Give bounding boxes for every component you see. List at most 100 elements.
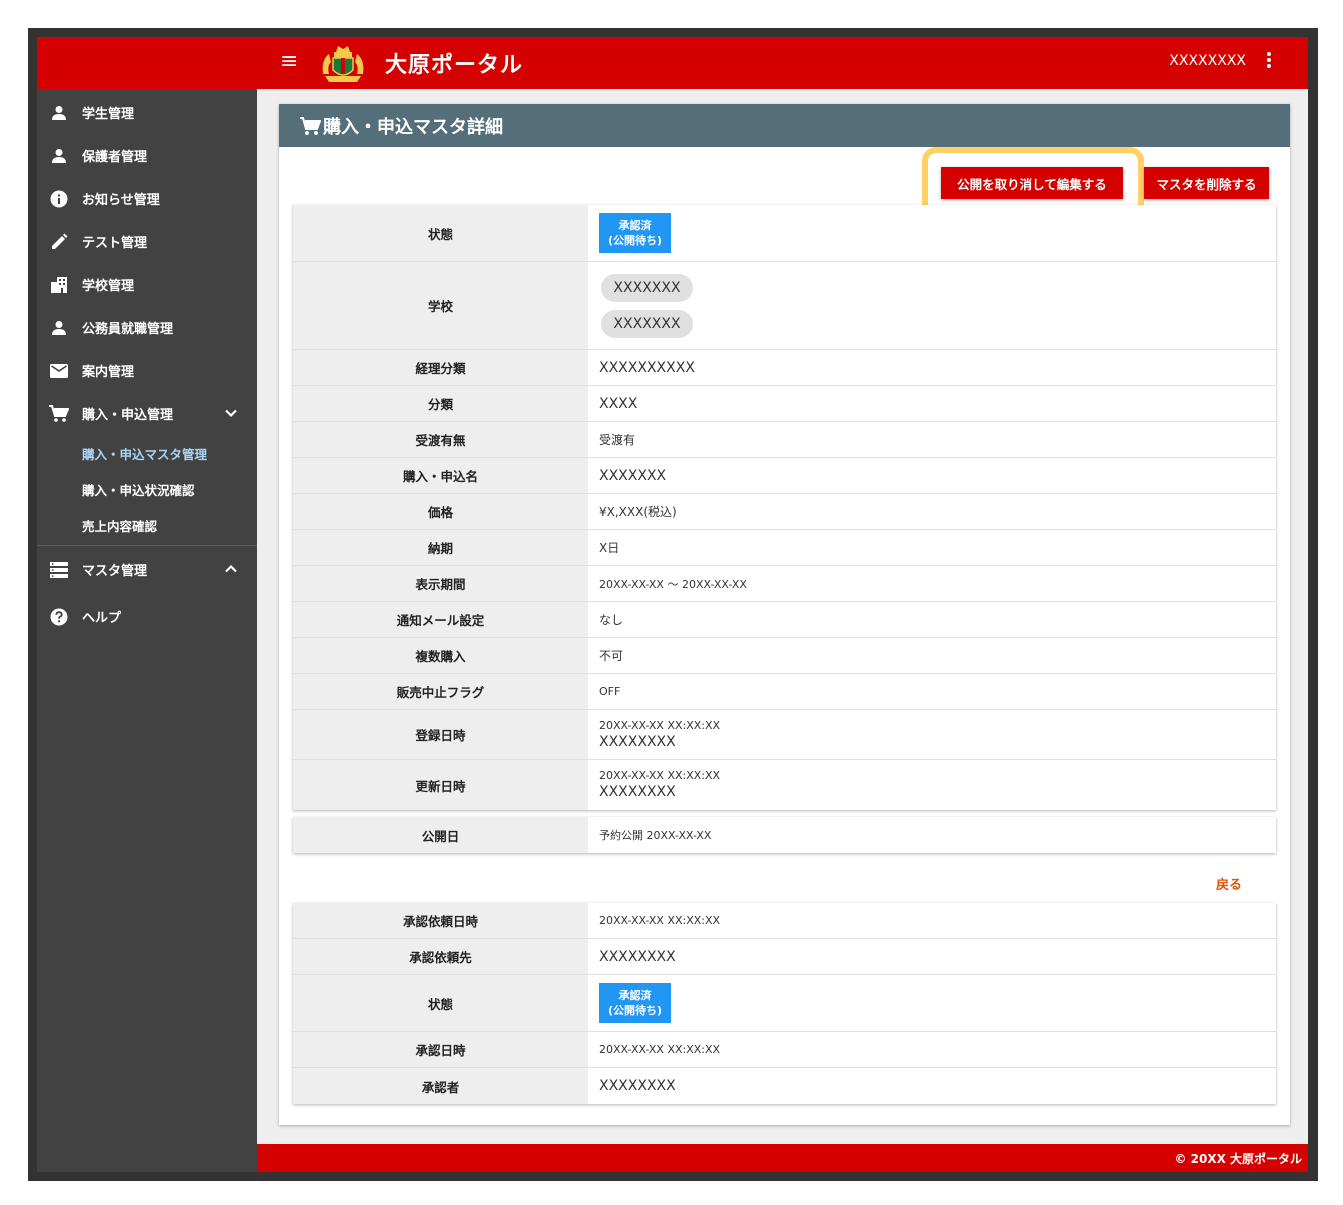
user-name[interactable]: XXXXXXXX [1169, 53, 1246, 69]
table-row: 学校 XXXXXXX XXXXXXX [293, 262, 1276, 350]
row-value: XXXXXXXX [599, 1078, 676, 1094]
sidebar-item-label: 保護者管理 [82, 150, 148, 165]
table-row: 購入・申込名 XXXXXXX [293, 458, 1276, 494]
row-label: 承認依頼日時 [293, 903, 588, 938]
status-badge: 承認済 (公開待ち) [599, 213, 671, 253]
school-chip: XXXXXXX [601, 309, 693, 338]
updated-user: XXXXXXXX [599, 784, 676, 800]
row-label: 更新日時 [293, 760, 588, 810]
info-icon [49, 189, 69, 209]
sidebar-item-tests[interactable]: テスト管理 [37, 220, 257, 263]
sidebar-subitem-sales[interactable]: 売上内容確認 [37, 507, 257, 543]
sidebar-item-notices[interactable]: お知らせ管理 [37, 177, 257, 220]
table-row: 販売中止フラグ OFF [293, 674, 1276, 710]
person-icon [49, 146, 69, 166]
mail-icon [49, 361, 69, 381]
row-label: 経理分類 [293, 350, 588, 385]
building-icon [49, 275, 69, 295]
row-label: 状態 [293, 975, 588, 1031]
table-row: 登録日時 20XX-XX-XX XX:XX:XX XXXXXXXX [293, 710, 1276, 760]
sidebar-item-label: 公務員就職管理 [82, 322, 174, 337]
sidebar-item-label: 学生管理 [82, 107, 135, 122]
sidebar-item-label: 購入・申込管理 [82, 408, 174, 423]
delete-master-button[interactable]: マスタを削除する [1144, 167, 1269, 199]
sidebar-divider [37, 545, 257, 546]
sidebar-item-label: 案内管理 [82, 365, 135, 380]
sidebar-item-help[interactable]: ヘルプ [37, 595, 257, 638]
sidebar-subitem-purchase-master[interactable]: 購入・申込マスタ管理 [37, 435, 257, 471]
footer: © 20XX 大原ポータル [257, 1144, 1308, 1172]
row-value: なし [599, 613, 624, 627]
copyright-text: © 20XX 大原ポータル [1174, 1151, 1302, 1166]
school-chip: XXXXXXX [601, 273, 693, 302]
row-value: 受渡有 [599, 433, 636, 447]
app-window: ≡ 大原ポータル XXXXXXXX 学生管理 保護者管理 お知らせ管理 テスト管… [37, 37, 1308, 1172]
card-header: 購入・申込マスタ詳細 [279, 104, 1290, 147]
row-value: 20XX-XX-XX XX:XX:XX [599, 1043, 721, 1056]
unpublish-edit-button[interactable]: 公開を取り消して編集する [941, 167, 1123, 199]
row-label: 受渡有無 [293, 422, 588, 457]
pencil-icon [49, 232, 69, 252]
app-title: 大原ポータル [385, 53, 524, 78]
row-label: 承認日時 [293, 1032, 588, 1067]
menu-icon[interactable]: ≡ [280, 50, 302, 74]
sidebar-item-label: 学校管理 [82, 279, 135, 294]
person-icon [49, 318, 69, 338]
sidebar-subitem-purchase-status[interactable]: 購入・申込状況確認 [37, 471, 257, 507]
table-row: 状態 承認済 (公開待ち) [293, 205, 1276, 262]
sidebar-item-students[interactable]: 学生管理 [37, 91, 257, 134]
table-row: 表示期間 20XX-XX-XX ～ 20XX-XX-XX [293, 566, 1276, 602]
row-label: 納期 [293, 530, 588, 565]
crest-logo [317, 40, 369, 84]
row-value: X日 [599, 541, 620, 555]
chevron-down-icon[interactable] [223, 405, 239, 421]
chevron-up-icon[interactable] [223, 561, 239, 577]
sidebar-item-label: テスト管理 [82, 236, 148, 251]
table-row: 承認依頼先 XXXXXXXX [293, 939, 1276, 975]
row-label: 状態 [293, 205, 588, 261]
table-row: 通知メール設定 なし [293, 602, 1276, 638]
sidebar-item-purchases[interactable]: 購入・申込管理 [37, 392, 257, 435]
sidebar-item-guidance[interactable]: 案内管理 [37, 349, 257, 392]
sidebar-item-master[interactable]: マスタ管理 [37, 548, 257, 591]
back-link[interactable]: 戻る [1216, 874, 1242, 893]
sidebar: 学生管理 保護者管理 お知らせ管理 テスト管理 学校管理 公務員就職管理 案内管… [37, 89, 257, 1172]
detail-card: 購入・申込マスタ詳細 公開を取り消して編集する マスタを削除する 状態 承認済 … [279, 104, 1290, 1125]
sidebar-item-label: お知らせ管理 [82, 193, 160, 208]
table-row: 承認日時 20XX-XX-XX XX:XX:XX [293, 1032, 1276, 1068]
row-label: 公開日 [293, 817, 588, 853]
status-badge: 承認済 (公開待ち) [599, 983, 671, 1023]
table-row: 納期 X日 [293, 530, 1276, 566]
main-content: 購入・申込マスタ詳細 公開を取り消して編集する マスタを削除する 状態 承認済 … [257, 89, 1308, 1144]
sidebar-item-civil-service[interactable]: 公務員就職管理 [37, 306, 257, 349]
sidebar-item-guardians[interactable]: 保護者管理 [37, 134, 257, 177]
table-row: 状態 承認済 (公開待ち) [293, 975, 1276, 1032]
card-title: 購入・申込マスタ詳細 [323, 116, 503, 138]
row-value: ¥X,XXX(税込) [599, 505, 677, 519]
table-row: 更新日時 20XX-XX-XX XX:XX:XX XXXXXXXX [293, 760, 1276, 810]
row-value: XXXXXXXXXX [599, 359, 695, 376]
row-label: 登録日時 [293, 710, 588, 759]
person-icon [49, 103, 69, 123]
table-row: 受渡有無 受渡有 [293, 422, 1276, 458]
row-label: 学校 [293, 262, 588, 349]
table-row: 価格 ¥X,XXX(税込) [293, 494, 1276, 530]
row-value: 20XX-XX-XX ～ 20XX-XX-XX [599, 577, 747, 591]
row-label: 承認者 [293, 1068, 588, 1104]
table-row: 経理分類 XXXXXXXXXX [293, 350, 1276, 386]
registered-user: XXXXXXXX [599, 733, 676, 750]
approval-table: 承認依頼日時 20XX-XX-XX XX:XX:XX 承認依頼先 XXXXXXX… [293, 903, 1276, 1104]
row-label: 販売中止フラグ [293, 674, 588, 709]
cart-icon [49, 404, 69, 424]
row-label: 承認依頼先 [293, 939, 588, 974]
sidebar-item-label: マスタ管理 [82, 564, 148, 579]
row-label: 表示期間 [293, 566, 588, 601]
storage-icon [49, 560, 69, 580]
row-label: 複数購入 [293, 638, 588, 673]
row-value: 20XX-XX-XX XX:XX:XX [599, 914, 721, 927]
more-vert-icon[interactable] [1264, 50, 1274, 72]
top-app-bar: ≡ 大原ポータル XXXXXXXX [37, 37, 1308, 89]
cart-icon [299, 115, 322, 137]
sidebar-item-schools[interactable]: 学校管理 [37, 263, 257, 306]
detail-table: 状態 承認済 (公開待ち) 学校 XXXXXXX XXXXXXX 経理分類 XX… [293, 205, 1276, 810]
